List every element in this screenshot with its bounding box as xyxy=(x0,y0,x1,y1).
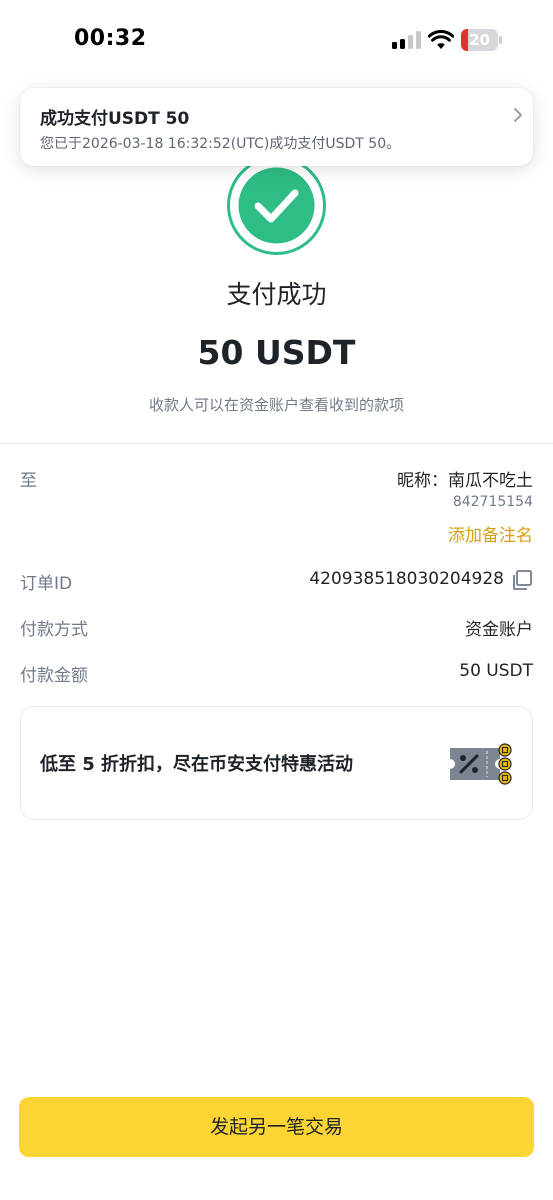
notification-title: 成功支付USDT 50 xyxy=(40,109,190,129)
check-circle-icon xyxy=(227,156,326,255)
section-divider xyxy=(0,443,553,444)
coupon-icon xyxy=(450,743,512,785)
battery-icon: 20 xyxy=(461,29,503,51)
order-id-label: 订单ID xyxy=(20,574,73,594)
status-bar: 00:32 20 xyxy=(0,0,553,80)
notification-body: 您已于2026-03-18 16:32:52(UTC)成功支付USDT 50。 xyxy=(40,136,401,152)
order-id-value: 420938518030204928 xyxy=(309,569,504,589)
payment-success-screen: 00:32 20 成功支付USDT 50 您已于2026-03-18 16:32… xyxy=(0,0,553,1200)
signal-icon xyxy=(392,31,422,49)
payment-subtitle: 收款人可以在资金账户查看收到的款项 xyxy=(148,396,404,414)
status-time: 00:32 xyxy=(74,26,147,51)
promo-text: 低至 5 折折扣，尽在币安支付特惠活动 xyxy=(40,754,354,775)
chevron-right-icon xyxy=(514,108,522,122)
payment-amount: 50 USDT xyxy=(197,333,356,372)
payment-amount-label: 付款金额 xyxy=(20,666,88,686)
payment-notification-banner[interactable]: 成功支付USDT 50 您已于2026-03-18 16:32:52(UTC)成… xyxy=(20,88,533,166)
recipient-id: 842715154 xyxy=(452,494,533,510)
new-transaction-button[interactable]: 发起另一笔交易 xyxy=(19,1097,534,1157)
payment-method-label: 付款方式 xyxy=(20,620,88,640)
payment-method-value: 资金账户 xyxy=(465,620,533,640)
recipient-nickname: 昵称：南瓜不吃土 xyxy=(397,471,533,491)
promo-banner[interactable]: 低至 5 折折扣，尽在币安支付特惠活动 xyxy=(20,706,533,820)
copy-icon[interactable] xyxy=(511,569,533,591)
payment-status-title: 支付成功 xyxy=(226,280,327,309)
wifi-icon xyxy=(428,30,454,49)
recipient-label: 至 xyxy=(20,471,37,491)
battery-level: 20 xyxy=(469,31,490,49)
add-note-link[interactable]: 添加备注名 xyxy=(448,521,533,546)
payment-amount-value: 50 USDT xyxy=(459,661,533,681)
